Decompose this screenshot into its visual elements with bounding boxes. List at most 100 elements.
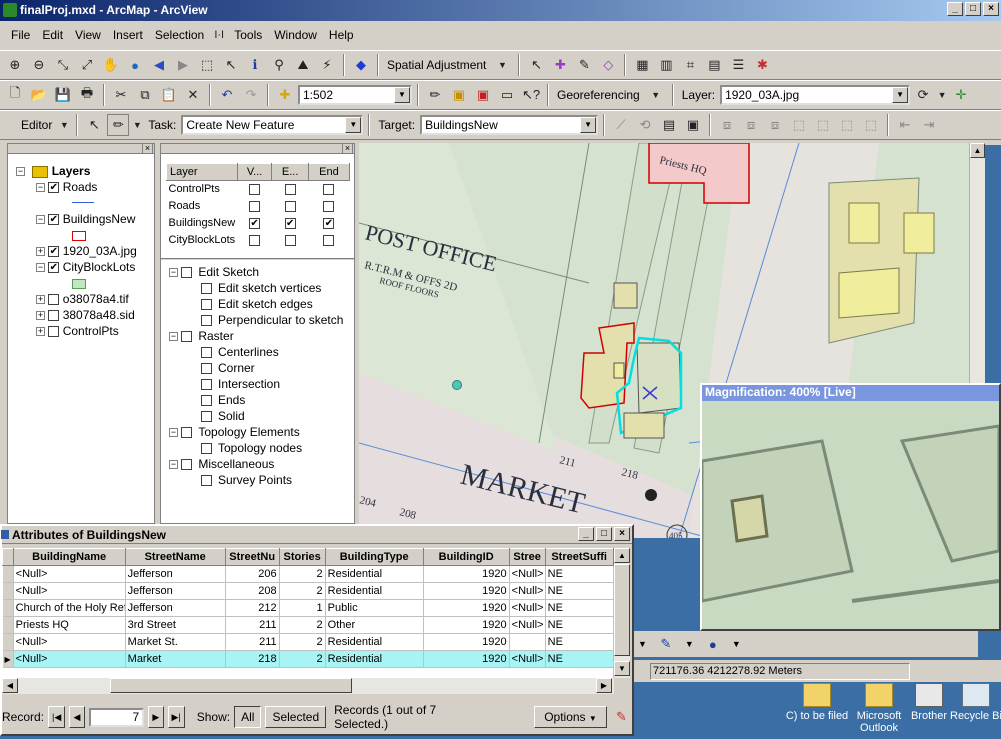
table-cell[interactable]: <Null> [509,599,546,617]
close-icon[interactable]: × [342,143,353,154]
georeferencing-menu[interactable]: Georeferencing [554,88,643,102]
delete-icon[interactable]: ✕ [182,84,204,106]
desktop-icon-outlook[interactable]: Microsoft Outlook [852,683,906,734]
close-button[interactable]: × [614,527,630,541]
column-header[interactable]: Stories [278,548,326,566]
copy-icon[interactable]: ⧉ [134,84,156,106]
column-header[interactable]: BuildingID [422,548,510,566]
table-cell[interactable]: 2 [279,633,326,651]
hyperlink-icon[interactable]: ⚡ [316,54,338,76]
add-control-points-icon[interactable]: ✛ [950,84,972,106]
scroll-up-icon[interactable]: ▲ [970,143,985,158]
snap-edge-checkbox[interactable] [284,234,296,246]
desktop-icon-recycle[interactable]: Recycle Bin [950,683,1001,722]
rotate-tool-icon[interactable]: ⟲ [634,114,656,136]
layer-checkbox[interactable] [48,310,60,322]
toc-layer-1920[interactable]: 1920_03A.jpg [63,244,137,258]
close-button[interactable]: × [983,2,999,16]
find-icon[interactable]: ⚲ [268,54,290,76]
grid-icon[interactable]: ▦ [631,54,653,76]
table-row[interactable]: <Null> Market St. 211 2 Residential 1920 NE [2,633,614,651]
table-cell[interactable]: Residential [325,633,424,651]
snap-option-checkbox[interactable] [201,395,212,407]
rotate-icon[interactable]: ⟳ [912,84,934,106]
collapse-icon[interactable]: − [36,215,45,225]
table-row[interactable]: <Null> Jefferson 206 2 Residential 1920 <Null>… [2,565,614,583]
table-cell[interactable]: Market St. [125,633,226,651]
minimize-button[interactable]: _ [947,2,963,16]
table-cell[interactable]: 1920 [423,616,510,634]
topology-icon-3[interactable]: ⧈ [764,114,786,136]
snap-end-checkbox[interactable] [323,234,335,246]
table-cell[interactable]: Market [125,650,226,668]
table-cell[interactable]: Residential [325,565,424,583]
pan-icon[interactable]: ✋ [100,54,122,76]
table-cell[interactable]: 1 [279,599,326,617]
table-cell[interactable]: <Null> [509,616,546,634]
layer-checkbox[interactable]: ✔ [48,246,60,258]
menu-file[interactable]: File [6,26,35,44]
topology-icon-1[interactable]: ⧈ [716,114,738,136]
table-cell[interactable]: <Null> [509,650,546,668]
table-cell[interactable]: Jefferson [125,565,226,583]
minimize-button[interactable]: _ [578,527,594,541]
forward-icon[interactable]: ▶ [172,54,194,76]
collapse-icon[interactable]: − [36,263,45,273]
toc-layer-cityblocklots[interactable]: CityBlockLots [63,260,136,274]
row-selector[interactable] [2,565,14,583]
new-displacement-link-icon[interactable]: ✚ [549,54,571,76]
snap-end-checkbox[interactable] [323,200,335,212]
back-icon[interactable]: ◀ [148,54,170,76]
zoom-in-icon[interactable]: ⊕ [4,54,26,76]
snap-tree-item[interactable]: − Edit Sketch [169,264,354,280]
split-tool-icon[interactable]: ⟋ [610,114,632,136]
table-cell[interactable]: Public [325,599,424,617]
menu-tools[interactable]: Tools [229,26,267,44]
snap-option-checkbox[interactable] [181,427,193,439]
snap-tree-item[interactable]: Edit sketch edges [169,296,354,312]
layer-checkbox[interactable]: ✔ [48,182,60,194]
table-cell[interactable]: 211 [225,616,280,634]
table-cell[interactable]: <Null> [509,582,546,600]
column-header[interactable]: StreetSuffi [544,548,614,566]
target-dropdown[interactable]: BuildingsNew ▼ [420,115,599,135]
adjust-select-icon[interactable]: ↖ [525,54,547,76]
arccatalog-icon[interactable]: ▣ [448,84,470,106]
preview-icon[interactable]: ☰ [727,54,749,76]
scroll-down-icon[interactable]: ▼ [614,661,630,676]
chevron-down-icon[interactable]: ▼ [685,639,694,649]
table-cell[interactable]: 2 [279,650,326,668]
menu-help[interactable]: Help [324,26,359,44]
first-record-button[interactable]: |◀ [48,706,66,728]
table-cell[interactable]: Priests HQ [13,616,126,634]
maximize-button[interactable]: □ [965,2,981,16]
snap-vertex-checkbox[interactable] [249,234,261,246]
collapse-icon[interactable]: − [169,428,178,438]
scroll-thumb[interactable] [110,678,352,693]
column-header[interactable]: BuildingType [324,548,424,566]
chevron-down-icon[interactable]: ▼ [732,639,741,649]
table-cell[interactable]: 208 [225,582,280,600]
collapse-icon[interactable]: − [16,167,25,177]
collapse-icon[interactable]: − [169,460,178,470]
whats-this-icon[interactable]: ↖? [520,84,542,106]
snap-tree-item[interactable]: − Miscellaneous [169,456,354,472]
table-cell[interactable]: NE [545,650,614,668]
layer-checkbox[interactable] [48,326,60,338]
topology-icon-7[interactable]: ⬚ [860,114,882,136]
table-cell[interactable] [509,633,546,651]
table-cell[interactable]: 206 [225,565,280,583]
snap-tree-item[interactable]: Intersection [169,376,354,392]
close-icon[interactable]: × [142,143,153,154]
layer-checkbox[interactable]: ✔ [48,262,60,274]
snap-option-checkbox[interactable] [181,267,193,279]
row-selector[interactable] [2,633,14,651]
snap-end-checkbox[interactable] [323,183,335,195]
row-selector[interactable] [2,599,14,617]
snap-vertex-checkbox[interactable] [249,200,261,212]
link-table-icon[interactable]: ▤ [703,54,725,76]
attribute-vertical-scrollbar[interactable]: ▲ ▼ [614,548,630,678]
snap-tree-item[interactable]: Corner [169,360,354,376]
attributes-icon[interactable]: ▤ [658,114,680,136]
snap-tree-item[interactable]: Centerlines [169,344,354,360]
